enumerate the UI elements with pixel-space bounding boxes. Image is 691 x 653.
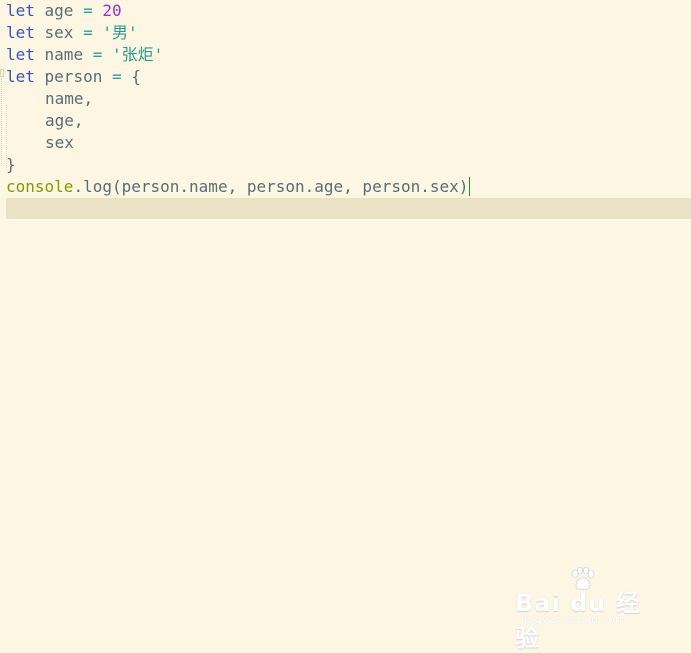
- fold-guide-line: [1, 78, 2, 164]
- text-cursor: [469, 177, 471, 196]
- code-token-op: =: [111, 67, 122, 86]
- code-token-var: [93, 23, 103, 42]
- code-editor[interactable]: let age = 20 let sex = '男' let name = '张炬'…: [0, 0, 691, 652]
- code-line[interactable]: age,: [6, 110, 691, 148]
- code-line[interactable]: console.log(person.name, person.age, per…: [6, 176, 691, 198]
- code-token-op: =: [92, 45, 103, 64]
- code-token-str: '男': [102, 23, 138, 42]
- code-token-op: =: [83, 1, 93, 20]
- code-token-var: age: [34, 1, 84, 20]
- code-token-op: =: [83, 23, 93, 42]
- code-token-var: person: [34, 67, 112, 86]
- code-token-method: log(person.name, person.age, person.sex): [83, 177, 469, 196]
- code-token-var: sex: [45, 133, 74, 152]
- code-token-str: '张炬': [111, 45, 164, 64]
- active-line-highlight: [6, 198, 691, 219]
- watermark-url: jingyan.baidu.com: [521, 613, 626, 626]
- code-token-var: sex: [34, 23, 84, 42]
- code-token-var: name: [34, 45, 93, 64]
- code-token-punc: .: [73, 177, 84, 196]
- code-token-kw: let: [6, 67, 35, 86]
- code-token-var: name,: [45, 89, 94, 108]
- code-line[interactable]: let name = '张炬': [6, 44, 691, 66]
- code-token-console: console: [6, 177, 74, 196]
- code-line[interactable]: }: [6, 154, 691, 176]
- code-token-num: 20: [102, 1, 122, 20]
- code-token-var: [102, 45, 112, 64]
- code-token-punc: {: [121, 67, 141, 86]
- code-line[interactable]: sex: [6, 132, 691, 170]
- code-content[interactable]: let age = 20 let sex = '男' let name = '张炬'…: [6, 0, 691, 198]
- code-token-punc: }: [6, 155, 16, 174]
- code-token-kw: let: [6, 1, 35, 20]
- fold-marker-icon[interactable]: [0, 69, 4, 77]
- code-line[interactable]: name,: [6, 88, 691, 126]
- code-token-kw: let: [6, 23, 35, 42]
- code-line[interactable]: let age = 20: [6, 0, 691, 22]
- code-token-var: [93, 1, 103, 20]
- code-token-kw: let: [6, 45, 35, 64]
- baidu-jingyan-watermark: Bai du 经验 jingyan.baidu.com: [515, 567, 655, 652]
- code-line[interactable]: let sex = '男': [6, 22, 691, 44]
- code-token-var: age,: [45, 111, 84, 130]
- code-line[interactable]: let person = {: [6, 66, 691, 88]
